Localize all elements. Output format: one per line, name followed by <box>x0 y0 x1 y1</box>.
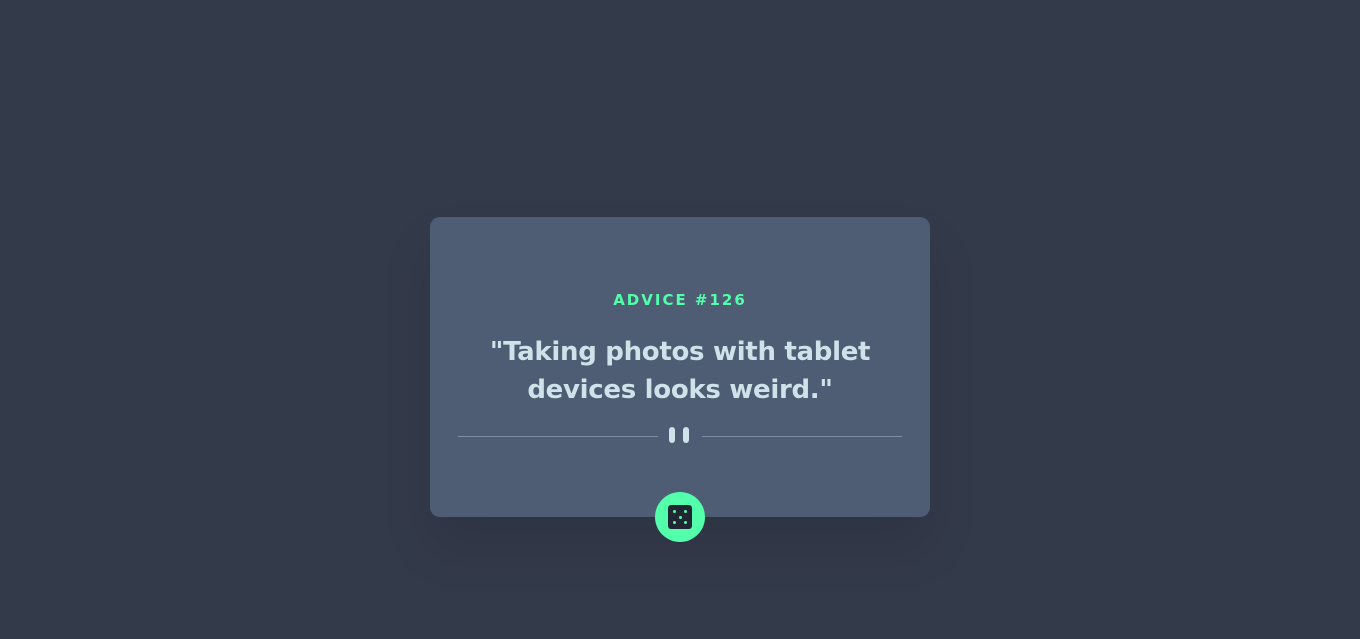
dice-pip <box>684 510 687 513</box>
divider-line-left <box>458 436 658 437</box>
dice-pip <box>684 521 687 524</box>
dice-icon <box>668 505 692 529</box>
advice-card: ADVICE #126 "Taking photos with tablet d… <box>430 217 930 542</box>
advice-quote: "Taking photos with tablet devices looks… <box>489 337 871 405</box>
divider-line-right <box>702 436 902 437</box>
dice-pip <box>673 510 676 513</box>
pause-icon <box>669 427 675 443</box>
advice-id: ADVICE #126 <box>613 291 747 309</box>
dice-pip <box>673 521 676 524</box>
dice-pip <box>678 515 682 519</box>
pause-icon <box>683 427 689 443</box>
pattern-divider <box>458 427 902 443</box>
new-advice-button[interactable] <box>655 492 705 542</box>
